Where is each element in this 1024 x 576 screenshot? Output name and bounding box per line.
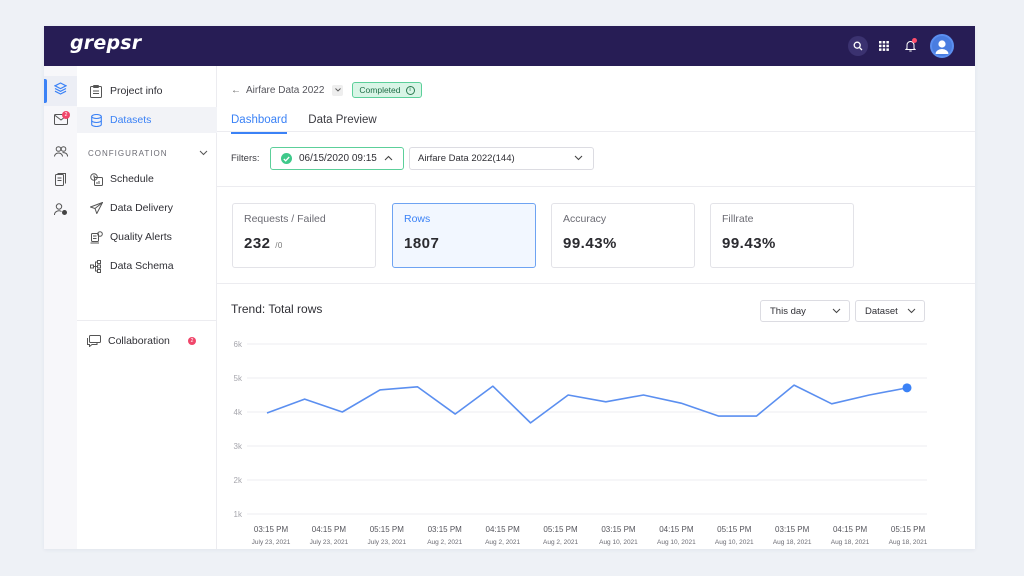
project-info-icon [89, 84, 103, 98]
x-tick-time: 04:15 PM [833, 525, 868, 534]
y-tick-label: 5k [234, 374, 243, 383]
x-tick-time: 03:15 PM [601, 525, 636, 534]
main-content: ← Airfare Data 2022 Completed i Dashboar… [217, 66, 975, 549]
x-tick-time: 04:15 PM [486, 525, 521, 534]
search-icon[interactable] [848, 36, 868, 56]
sidebar: Project info Datasets CONFIGURATION Sche… [77, 66, 217, 549]
database-icon [89, 113, 103, 127]
x-tick-date: July 23, 2021 [367, 539, 406, 546]
y-tick-label: 1k [234, 510, 243, 519]
top-bar: grepsr [44, 26, 975, 66]
y-tick-label: 3k [234, 442, 243, 451]
sidebar-item-collaboration[interactable]: Collaboration 2 [77, 328, 217, 354]
highlighted-data-point[interactable] [902, 383, 912, 393]
x-tick-date: Aug 2, 2021 [485, 539, 520, 546]
x-tick-date: Aug 18, 2021 [773, 539, 812, 546]
sidebar-item-label: Datasets [110, 114, 152, 126]
notification-bell-icon[interactable] [900, 36, 920, 56]
x-tick-date: July 23, 2021 [252, 539, 291, 546]
layers-icon [53, 82, 68, 100]
y-tick-label: 4k [234, 408, 243, 417]
schema-icon [89, 259, 103, 273]
sidebar-item-label: Project info [110, 85, 163, 97]
users-icon [53, 144, 68, 162]
sidebar-item-datasets[interactable]: Datasets [77, 107, 217, 133]
x-tick-time: 03:15 PM [428, 525, 463, 534]
sidebar-item-data-delivery[interactable]: Data Delivery [77, 195, 217, 221]
sidebar-item-quality-alerts[interactable]: Quality Alerts [77, 224, 217, 250]
series-line [266, 384, 908, 424]
sidebar-item-label: Data Schema [110, 260, 174, 272]
x-tick-time: 05:15 PM [370, 525, 405, 534]
document-icon [55, 173, 66, 191]
messages-badge: 2 [62, 111, 70, 119]
grepsr-logo[interactable]: grepsr [70, 32, 141, 54]
x-tick-date: Aug 10, 2021 [715, 539, 754, 546]
sidebar-item-label: Quality Alerts [110, 231, 172, 243]
rail-item-user-settings[interactable] [44, 197, 77, 227]
x-tick-date: Aug 2, 2021 [427, 539, 462, 546]
x-tick-time: 04:15 PM [312, 525, 347, 534]
x-tick-time: 05:15 PM [543, 525, 578, 534]
rail-item-documents[interactable] [44, 167, 77, 197]
y-tick-label: 6k [234, 340, 243, 349]
chat-icon [87, 334, 101, 348]
sidebar-item-data-schema[interactable]: Data Schema [77, 253, 217, 279]
y-tick-label: 2k [234, 476, 243, 485]
quality-alert-icon [89, 230, 103, 244]
send-icon [89, 201, 103, 215]
rail-item-users[interactable] [44, 138, 77, 168]
x-tick-date: Aug 10, 2021 [657, 539, 696, 546]
x-tick-time: 03:15 PM [254, 525, 289, 534]
sidebar-item-label: Schedule [110, 173, 154, 185]
chart-x-axis: 03:15 PM July 23, 2021 04:15 PM July 23, 20… [252, 525, 928, 546]
x-tick-date: July 23, 2021 [310, 539, 349, 546]
collaboration-badge: 2 [188, 337, 196, 345]
chart-grid: 1k 2k 3k 4k 5k 6k [234, 340, 927, 519]
sidebar-item-project-info[interactable]: Project info [77, 78, 217, 104]
sidebar-item-schedule[interactable]: Schedule [77, 166, 217, 192]
chevron-down-icon [199, 149, 208, 158]
sidebar-item-label: Data Delivery [110, 202, 174, 214]
user-settings-icon [53, 203, 68, 221]
rail-item-messages[interactable]: 2 [44, 106, 77, 136]
x-tick-date: Aug 18, 2021 [889, 539, 928, 546]
notification-dot [912, 38, 917, 43]
configuration-section-header[interactable]: CONFIGURATION [88, 149, 208, 158]
x-tick-date: Aug 18, 2021 [831, 539, 870, 546]
section-label: CONFIGURATION [88, 149, 168, 158]
x-tick-date: Aug 10, 2021 [599, 539, 638, 546]
x-tick-time: 05:15 PM [717, 525, 752, 534]
trend-chart: 1k 2k 3k 4k 5k 6k 03:15 PM July 23, 2021 04:15 … [234, 340, 928, 546]
user-avatar-icon[interactable] [930, 34, 954, 58]
x-tick-time: 03:15 PM [775, 525, 810, 534]
chart-series [266, 383, 912, 424]
apps-grid-icon[interactable] [874, 36, 894, 56]
x-tick-date: Aug 2, 2021 [543, 539, 578, 546]
app-window: grepsr 2 Project info Datasets CONFIGURA… [44, 26, 975, 549]
x-tick-time: 04:15 PM [659, 525, 694, 534]
schedule-icon [89, 172, 103, 186]
icon-rail: 2 [44, 66, 77, 549]
sidebar-divider [77, 320, 217, 321]
x-tick-time: 05:15 PM [891, 525, 926, 534]
sidebar-item-label: Collaboration [108, 335, 170, 347]
rail-item-projects[interactable] [44, 76, 77, 106]
